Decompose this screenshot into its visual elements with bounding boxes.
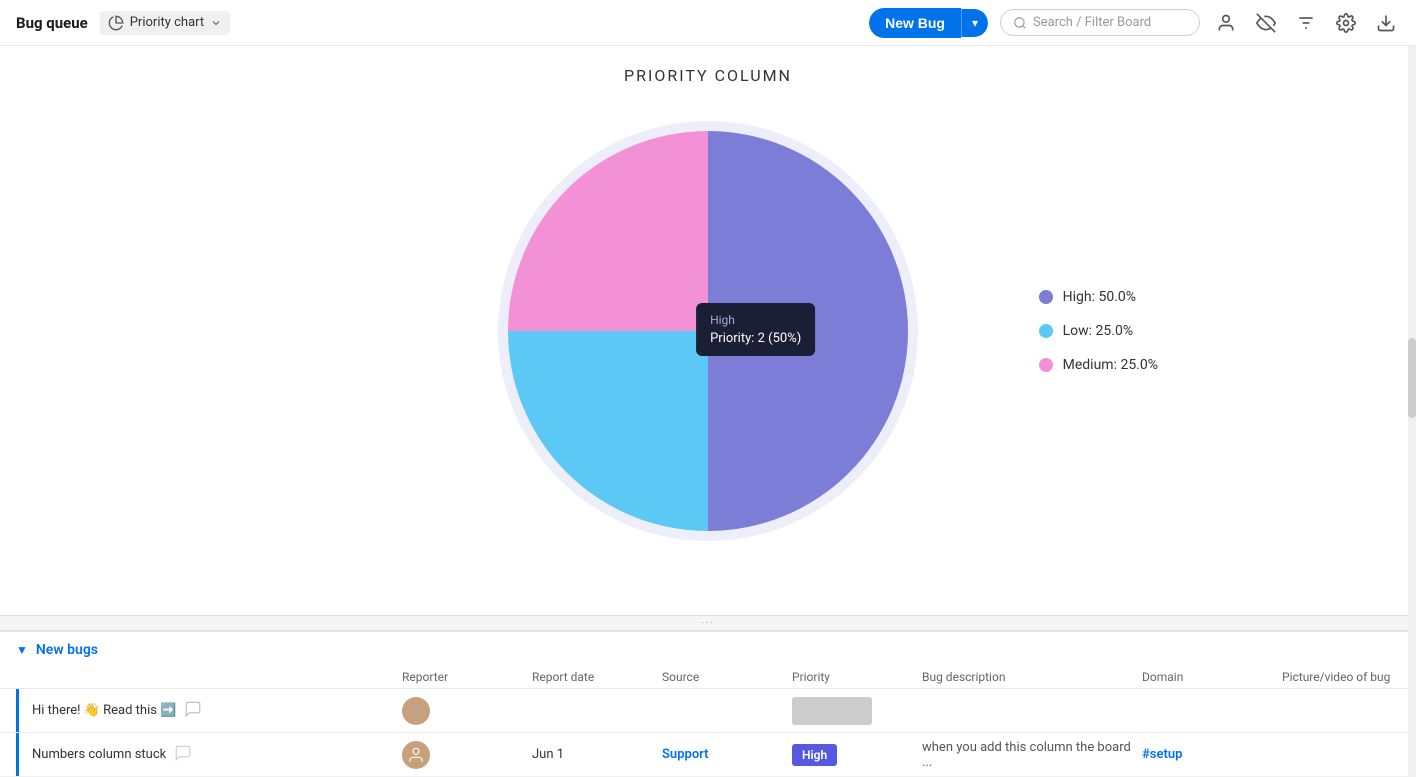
col-bug-description: Bug description	[922, 670, 1142, 684]
row-reporter-cell	[402, 741, 532, 769]
chart-container: High Priority: 2 (50%) High: 50.0% Low: …	[478, 101, 938, 561]
row-priority-cell: High	[792, 744, 922, 766]
legend-dot-low	[1039, 324, 1053, 338]
new-bug-dropdown-button[interactable]: ▾	[961, 9, 988, 37]
table-row[interactable]: Numbers column stuck Jun 1 Support High …	[0, 733, 1416, 777]
legend-label-high: High: 50.0%	[1063, 289, 1136, 305]
legend-dot-medium	[1039, 358, 1053, 372]
legend-item-low: Low: 25.0%	[1039, 323, 1158, 339]
chart-tab-label: Priority chart	[130, 15, 204, 30]
new-bug-button[interactable]: New Bug	[869, 8, 961, 38]
row-source-cell: Support	[662, 747, 792, 762]
domain-link[interactable]: #setup	[1142, 747, 1182, 762]
resize-divider[interactable]: ···	[0, 615, 1416, 631]
legend-item-high: High: 50.0%	[1039, 289, 1158, 305]
row-name-cell: Hi there! 👋 Read this ➡️	[32, 700, 402, 722]
source-link[interactable]: Support	[662, 747, 709, 762]
pie-segment-medium[interactable]	[508, 131, 708, 331]
pie-chart[interactable]	[478, 101, 938, 561]
chat-bubble-icon[interactable]	[174, 744, 192, 766]
col-domain: Domain	[1142, 670, 1282, 684]
section-header: ▼ New bugs	[0, 632, 1416, 666]
row-date-cell: Jun 1	[532, 747, 662, 762]
row-reporter-cell	[402, 697, 532, 725]
section-collapse-arrow[interactable]: ▼	[16, 643, 28, 657]
col-reporter: Reporter	[402, 670, 532, 684]
row-priority-cell	[792, 697, 922, 725]
pie-segment-high-bottom[interactable]	[708, 331, 908, 531]
row-desc-cell: when you add this column the board ...	[922, 740, 1142, 770]
scrollbar-thumb[interactable]	[1408, 338, 1416, 418]
scrollbar[interactable]	[1408, 46, 1416, 777]
row-name-text: Hi there! 👋 Read this ➡️	[32, 703, 176, 718]
pie-segment-high-top[interactable]	[708, 131, 908, 331]
chart-legend: High: 50.0% Low: 25.0% Medium: 25.0%	[1039, 289, 1158, 373]
pie-segment-low[interactable]	[508, 331, 708, 531]
table-row[interactable]: Hi there! 👋 Read this ➡️	[0, 689, 1416, 733]
legend-label-low: Low: 25.0%	[1063, 323, 1133, 339]
table-area: ▼ New bugs Reporter Report date Source P…	[0, 631, 1416, 777]
legend-dot-high	[1039, 290, 1053, 304]
avatar	[402, 741, 430, 769]
chat-bubble-icon[interactable]	[184, 700, 202, 722]
col-report-date: Report date	[532, 670, 662, 684]
priority-badge: High	[792, 744, 837, 766]
search-placeholder: Search / Filter Board	[1033, 15, 1151, 30]
chevron-down-icon	[210, 17, 222, 29]
row-name-text: Numbers column stuck	[32, 747, 166, 762]
section-label: New bugs	[36, 642, 98, 658]
chart-icon	[108, 15, 124, 31]
settings-icon[interactable]	[1332, 9, 1360, 37]
priority-empty-badge	[792, 697, 872, 725]
legend-item-medium: Medium: 25.0%	[1039, 357, 1158, 373]
search-icon	[1013, 16, 1027, 30]
chart-title: PRIORITY COLUMN	[624, 66, 792, 85]
page-title: Bug queue	[16, 14, 88, 32]
eye-off-icon[interactable]	[1252, 9, 1280, 37]
row-domain-cell: #setup	[1142, 747, 1282, 762]
col-source: Source	[662, 670, 792, 684]
table-columns-header: Reporter Report date Source Priority Bug…	[0, 666, 1416, 689]
search-box[interactable]: Search / Filter Board	[1000, 9, 1200, 36]
avatar	[402, 697, 430, 725]
download-icon[interactable]	[1372, 9, 1400, 37]
header: Bug queue Priority chart New Bug ▾ Searc…	[0, 0, 1416, 46]
col-name	[32, 670, 402, 684]
user-icon[interactable]	[1212, 9, 1240, 37]
col-priority: Priority	[792, 670, 922, 684]
row-name-cell: Numbers column stuck	[32, 744, 402, 766]
filter-icon[interactable]	[1292, 9, 1320, 37]
col-picture: Picture/video of bug	[1282, 670, 1400, 684]
priority-chart-tab[interactable]: Priority chart	[100, 11, 230, 35]
new-bug-button-group: New Bug ▾	[869, 8, 988, 38]
chart-area: PRIORITY COLUMN High Priority: 2 (50%) H…	[0, 46, 1416, 615]
legend-label-medium: Medium: 25.0%	[1063, 357, 1158, 373]
